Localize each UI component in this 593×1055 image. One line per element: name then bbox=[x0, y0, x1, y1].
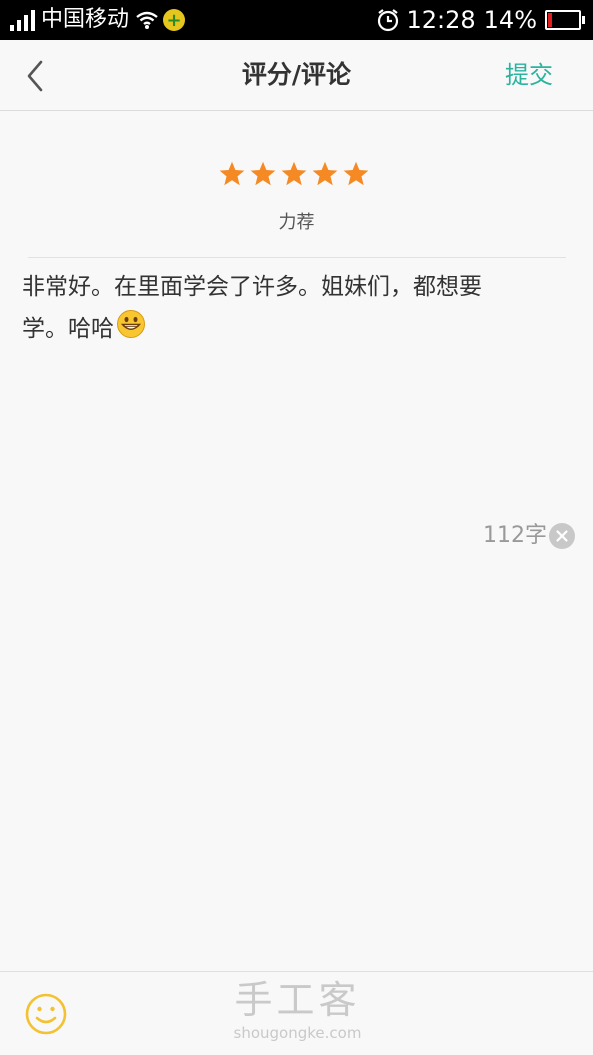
battery-icon bbox=[545, 10, 585, 30]
grinning-face-emoji-icon bbox=[117, 310, 145, 338]
divider bbox=[28, 257, 566, 258]
star-icon[interactable] bbox=[280, 160, 308, 188]
review-text-area[interactable]: 非常好。在里面学会了许多。姐妹们，都想要 学。哈哈 bbox=[22, 266, 562, 350]
wifi-icon bbox=[136, 11, 158, 29]
status-time: 12:28 bbox=[406, 6, 476, 34]
watermark-en: shougongke.com bbox=[233, 1024, 362, 1042]
review-line: 非常好。在里面学会了许多。姐妹们，都想要 bbox=[22, 274, 482, 300]
star-icon[interactable] bbox=[311, 160, 339, 188]
bottom-toolbar: 手工客 shougongke.com bbox=[0, 971, 593, 1055]
char-count: 112字 bbox=[483, 523, 547, 548]
battery-percent: 14% bbox=[483, 6, 537, 34]
rating-label: 力荐 bbox=[278, 212, 315, 233]
status-bar: 中国移动 + 12:28 14% bbox=[0, 0, 593, 40]
star-icon[interactable] bbox=[342, 160, 370, 188]
watermark: 手工客 shougongke.com bbox=[225, 976, 370, 1042]
smiley-icon[interactable] bbox=[24, 992, 68, 1036]
review-line-text: 学。哈哈 bbox=[22, 316, 114, 342]
carrier-name: 中国移动 bbox=[41, 7, 130, 32]
star-rating[interactable] bbox=[218, 160, 370, 188]
nav-header: 评分/评论 提交 bbox=[0, 40, 593, 111]
app-badge-icon: + bbox=[163, 9, 186, 31]
review-line-last: 学。哈哈 bbox=[22, 308, 562, 350]
alarm-icon bbox=[378, 9, 399, 32]
star-icon[interactable] bbox=[218, 160, 246, 188]
watermark-cn: 手工客 bbox=[234, 978, 361, 1022]
signal-icon bbox=[10, 9, 35, 31]
star-icon[interactable] bbox=[249, 160, 277, 188]
submit-button[interactable]: 提交 bbox=[505, 40, 553, 110]
battery-level-fill bbox=[548, 13, 553, 27]
clear-x-icon[interactable] bbox=[549, 523, 575, 549]
